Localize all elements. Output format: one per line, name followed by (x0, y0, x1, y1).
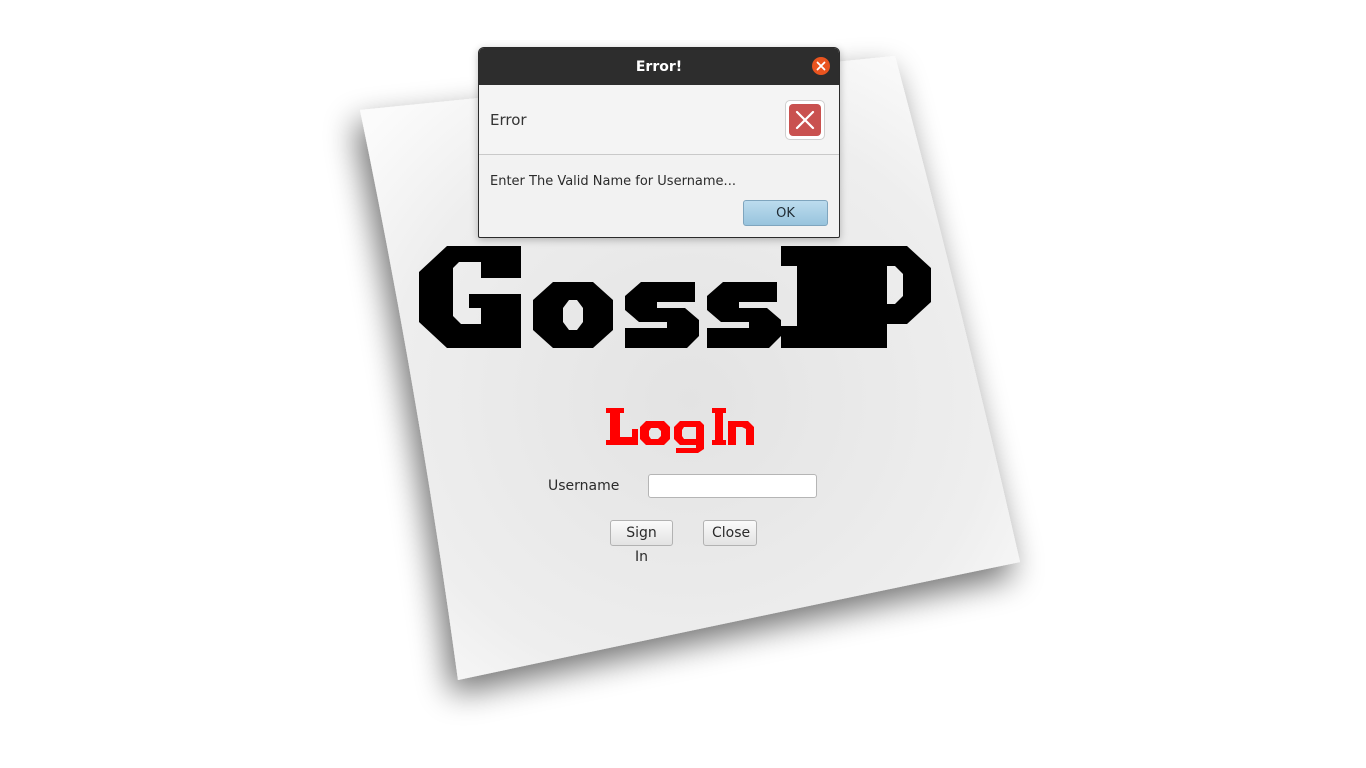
dialog-titlebar[interactable]: Error! (479, 48, 839, 85)
username-input[interactable] (648, 474, 817, 498)
dialog-header-text: Error (490, 111, 527, 129)
sign-in-button[interactable]: Sign In (610, 520, 673, 565)
dialog-header: Error (479, 85, 839, 155)
dialog-title: Error! (635, 59, 683, 75)
close-button[interactable]: Close (703, 520, 757, 546)
dialog-close-button[interactable] (812, 57, 830, 75)
login-heading (606, 408, 754, 453)
ok-button[interactable]: OK (743, 200, 828, 226)
username-label: Username (548, 478, 620, 494)
error-dialog: Error! Error Enter The Valid Name for Us… (478, 47, 840, 238)
error-x-icon (785, 100, 825, 140)
brand-logo (419, 246, 931, 348)
close-icon (816, 61, 826, 71)
dialog-message: Enter The Valid Name for Username... (490, 174, 736, 189)
app-window: Username Sign In Close Error! Error Ente… (0, 0, 1366, 768)
